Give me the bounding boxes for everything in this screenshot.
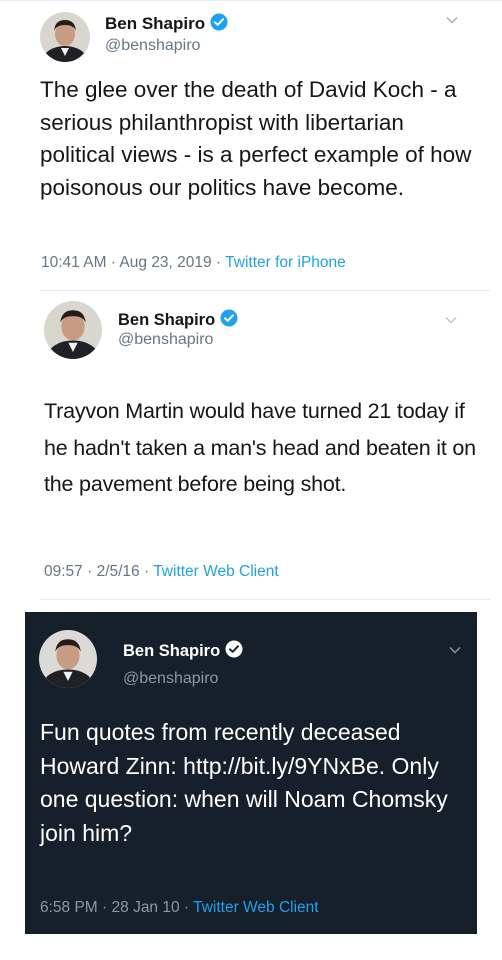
author-handle[interactable]: @benshapiro [105, 37, 200, 55]
chevron-down-icon[interactable] [443, 312, 459, 333]
tweet-date[interactable]: 28 Jan 10 [112, 899, 180, 916]
verified-badge-icon [225, 640, 243, 663]
tweet-metadata: 09:57 · 2/5/16 · Twitter Web Client [44, 563, 279, 580]
tweet-card[interactable]: Ben Shapiro @benshapiro Fun quotes from … [25, 612, 477, 934]
verified-badge-icon [220, 309, 238, 332]
tweet-card[interactable]: Ben Shapiro @benshapiro Trayvon Martin w… [0, 290, 502, 610]
author-name[interactable]: Ben Shapiro [105, 13, 228, 36]
divider [40, 599, 490, 600]
tweet-text: Fun quotes from recently deceased Howard… [40, 719, 448, 846]
verified-badge-icon [210, 13, 228, 36]
tweet-source-link[interactable]: Twitter Web Client [193, 899, 318, 916]
tweet-date[interactable]: 2/5/16 [97, 563, 140, 580]
avatar[interactable] [39, 630, 97, 688]
chevron-down-icon[interactable] [444, 12, 460, 33]
author-name[interactable]: Ben Shapiro [123, 640, 243, 663]
avatar[interactable] [44, 301, 102, 359]
tweet-text: Trayvon Martin would have turned 21 toda… [44, 399, 476, 496]
chevron-down-icon[interactable] [447, 642, 463, 663]
tweet-date[interactable]: Aug 23, 2019 [119, 254, 211, 271]
divider [40, 290, 490, 291]
tweet-metadata: 6:58 PM · 28 Jan 10 · Twitter Web Client [40, 899, 319, 916]
author-name[interactable]: Ben Shapiro [118, 309, 238, 332]
tweet-time[interactable]: 09:57 [44, 563, 83, 580]
divider [0, 0, 502, 1]
tweet-source-link[interactable]: Twitter Web Client [153, 563, 278, 580]
tweet-time[interactable]: 6:58 PM [40, 899, 98, 916]
avatar[interactable] [40, 12, 90, 62]
tweet-card[interactable]: Ben Shapiro @benshapiro The glee over th… [0, 0, 502, 290]
tweet-metadata: 10:41 AM · Aug 23, 2019 · Twitter for iP… [41, 254, 346, 271]
tweet-source-link[interactable]: Twitter for iPhone [225, 254, 346, 271]
tweet-text: The glee over the death of David Koch - … [40, 77, 472, 200]
author-handle[interactable]: @benshapiro [118, 331, 213, 349]
author-handle[interactable]: @benshapiro [123, 670, 218, 688]
tweet-time[interactable]: 10:41 AM [41, 254, 107, 271]
